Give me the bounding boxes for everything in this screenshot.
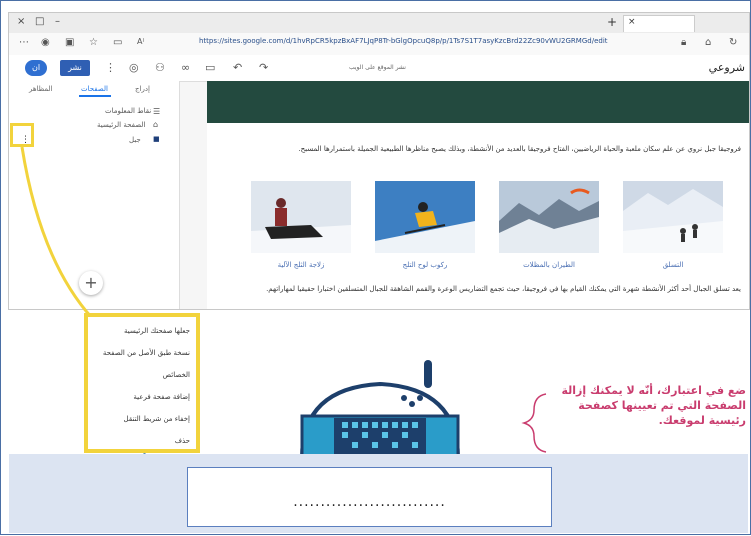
publish-status: نشر الموقع على الويب [349,64,406,71]
filter-icon[interactable]: ☰ [153,107,160,116]
photo-caption: ركوب لوح التلج [402,261,448,269]
menu-item-hide-nav[interactable]: إخفاء من شريط التنقل [94,415,190,423]
tab-pages[interactable]: الصفحات [81,85,108,93]
robot-illustration [299,360,461,458]
home-icon[interactable]: ⌂ [705,37,711,48]
read-aloud-icon[interactable]: A⁾ [137,37,144,46]
collections-icon[interactable]: ▣ [65,37,74,48]
menu-item-delete[interactable]: حذف [94,437,190,445]
active-tab-indicator [79,95,111,97]
page-home-label[interactable]: الصفحة الرئيسية [97,121,145,129]
publish-button[interactable]: نشر [60,60,90,76]
page-context-menu: جعلها صفحتك الرئيسية نسخة طبق الأصل من ا… [84,313,200,453]
menu-item-properties[interactable]: الخصائص [94,371,190,379]
site-header-banner [207,81,749,123]
address-bar: ⋯ ◉ ▣ ☆ ▭ A⁾ https://sites.google.com/d/… [9,33,749,56]
note-bracket [521,393,547,453]
refresh-icon[interactable]: ↻ [729,37,737,48]
photo-paraglider [499,181,599,253]
page-icon: ■ [153,135,160,143]
reading-icon[interactable]: ▭ [113,37,122,48]
menu-item-duplicate[interactable]: نسخة طبق الأصل من الصفحة [94,349,190,357]
panel-item-label[interactable]: نقاط المعلومات [105,107,151,115]
undo-icon[interactable]: ↶ [233,61,242,74]
photo-caption: زلاجة الثلج الآلية [277,261,325,269]
note-text: ضع في اعتبارك، أنّه لا يمكنك إزالة الصفح… [561,384,746,427]
intro-paragraph: فروجيقا جبل نروي عن علم سكان ملعبة والحي… [298,145,741,153]
browser-titlebar: × □ – + × [9,13,749,33]
avatar[interactable]: ان [25,60,47,76]
close-window-button[interactable]: × [17,16,25,27]
photo-skiers [623,181,723,253]
answer-box[interactable]: ............................ [187,467,552,527]
share-icon[interactable]: ⚇ [155,61,165,74]
footer-paragraph: يعد تسلق الجبال أحد أكثر الأنشطة شهرة ال… [266,285,741,293]
minimize-window-button[interactable]: – [55,16,60,27]
account-icon[interactable]: ◉ [41,37,50,48]
tab-insert[interactable]: إدراج [135,85,150,93]
home-page-icon: ⌂ [153,120,159,129]
site-canvas: فروجيقا جبل نروي عن علم سكان ملعبة والحي… [207,81,749,309]
browser-tab[interactable]: × [623,15,695,32]
editor-toolbar: ان نشر ⋮ ◎ ⚇ ∞ ▭ ↶ ↷ نشر الموقع على الوي… [9,55,749,82]
link-icon[interactable]: ∞ [181,61,190,74]
new-tab-button[interactable]: + [607,15,617,29]
device-preview-icon[interactable]: ▭ [205,61,215,74]
favorites-icon[interactable]: ☆ [89,37,98,48]
redo-icon[interactable]: ↷ [259,61,268,74]
editor-screenshot: × □ – + × ⋯ ◉ ▣ ☆ ▭ A⁾ https://sites.goo… [8,12,750,310]
page-mountain-label[interactable]: جبل [129,136,141,144]
lock-icon: 🔒︎ [681,37,687,48]
site-name[interactable]: شروعي [709,61,745,74]
photo-snowmobile [251,181,351,253]
preview-icon[interactable]: ◎ [129,61,139,74]
photo-caption: الطيران بالمظلات [523,261,575,269]
menu-item-set-home[interactable]: جعلها صفحتك الرئيسية [94,327,190,335]
url-field[interactable]: https://sites.google.com/d/1hvRpCR5kpzBx… [199,37,608,45]
menu-item-add-subpage[interactable]: إضافة صفحة فرعية [94,393,190,401]
restore-window-button[interactable]: □ [35,16,44,27]
pages-panel: المظاهر الصفحات إدراج نقاط المعلومات ☰ ا… [9,81,180,309]
photo-skier [375,181,475,253]
tab-close-icon[interactable]: × [628,17,636,27]
more-vert-icon[interactable]: ⋮ [105,61,116,74]
add-page-button[interactable]: + [79,271,103,295]
options-highlight-box [10,123,34,147]
more-icon[interactable]: ⋯ [19,37,29,48]
photo-caption: التسلق [662,261,684,269]
tab-themes[interactable]: المظاهر [29,85,53,93]
